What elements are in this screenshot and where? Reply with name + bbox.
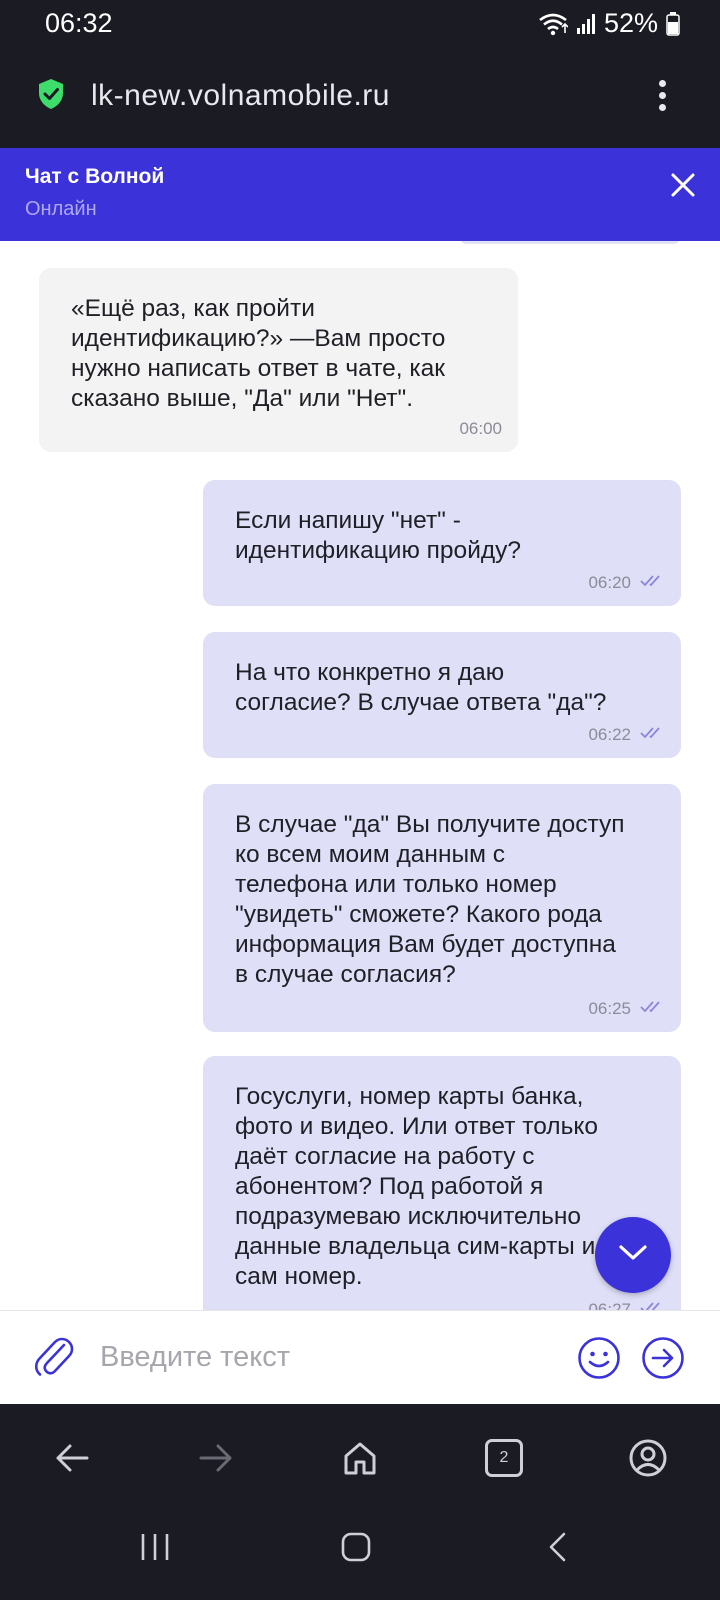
message-time-text: 06:22: [588, 725, 631, 744]
message-time: 06:22: [588, 720, 666, 750]
home-icon[interactable]: [340, 1438, 380, 1478]
message-time: 06:20: [588, 568, 666, 598]
message-time: 06:27: [588, 1295, 666, 1310]
previous-message-edge: [460, 241, 680, 244]
tab-count: 2: [485, 1439, 523, 1477]
recent-apps-icon[interactable]: [139, 1531, 171, 1568]
forward-icon[interactable]: [196, 1438, 236, 1478]
signal-icon: [576, 13, 596, 35]
message-time-text: 06:20: [588, 573, 631, 592]
status-time: 06:32: [45, 8, 113, 38]
home-button-icon[interactable]: [340, 1531, 372, 1568]
message-time-text: 06:25: [588, 999, 631, 1018]
send-icon[interactable]: [641, 1336, 685, 1385]
message-incoming[interactable]: «Ещё раз, как пройти идентификацию?» —Ва…: [39, 268, 518, 452]
composer: [0, 1310, 720, 1404]
wifi-icon: [538, 12, 568, 36]
account-icon[interactable]: [628, 1438, 668, 1478]
status-bar: 06:32 52%: [0, 0, 720, 46]
read-check-icon: [640, 994, 666, 1024]
message-text: «Ещё раз, как пройти идентификацию?» —Ва…: [71, 295, 446, 412]
back-icon[interactable]: [52, 1438, 92, 1478]
system-back-icon[interactable]: [546, 1531, 570, 1568]
message-time: 06:25: [588, 994, 666, 1024]
status-icons: 52%: [538, 8, 680, 39]
battery-percent: 52%: [603, 8, 658, 38]
more-vert-icon[interactable]: [656, 80, 668, 112]
message-outgoing[interactable]: На что конкретно я даю согласие? В случа…: [203, 632, 681, 758]
message-text: Если напишу "нет" - идентификацию пройду…: [235, 507, 522, 564]
message-outgoing[interactable]: В случае "да" Вы получите доступ ко всем…: [203, 784, 681, 1032]
message-text: В случае "да" Вы получите доступ ко всем…: [235, 811, 625, 988]
message-list[interactable]: «Ещё раз, как пройти идентификацию?» —Ва…: [0, 241, 720, 1310]
system-navigation: [0, 1509, 720, 1600]
message-input[interactable]: [100, 1333, 550, 1381]
scroll-down-button[interactable]: [595, 1217, 671, 1293]
read-check-icon: [640, 568, 666, 598]
message-text: Госуслуги, номер карты банка, фото и вид…: [235, 1083, 598, 1290]
chat-title: Чат с Волной: [25, 165, 165, 188]
paperclip-icon[interactable]: [34, 1333, 74, 1384]
chevron-down-icon: [618, 1244, 648, 1267]
read-check-icon: [640, 720, 666, 750]
message-time: 06:00: [459, 414, 502, 444]
chat-status: Онлайн: [25, 198, 97, 220]
read-check-icon: [640, 1295, 666, 1310]
battery-icon: [666, 11, 680, 36]
url-text[interactable]: lk-new.volnamobile.ru: [91, 79, 390, 113]
browser-toolbar: 2: [0, 1404, 720, 1509]
message-text: На что конкретно я даю согласие? В случа…: [235, 659, 607, 716]
message-time-text: 06:27: [588, 1300, 631, 1310]
chat-header: Чат с Волной Онлайн: [0, 148, 720, 241]
close-icon[interactable]: [668, 170, 698, 200]
message-outgoing[interactable]: Если напишу "нет" - идентификацию пройду…: [203, 480, 681, 606]
tabs-icon[interactable]: 2: [484, 1438, 524, 1478]
url-bar[interactable]: lk-new.volnamobile.ru: [0, 46, 720, 148]
emoji-icon[interactable]: [577, 1336, 621, 1385]
shield-check-icon[interactable]: [37, 78, 65, 115]
message-time-text: 06:00: [459, 419, 502, 438]
